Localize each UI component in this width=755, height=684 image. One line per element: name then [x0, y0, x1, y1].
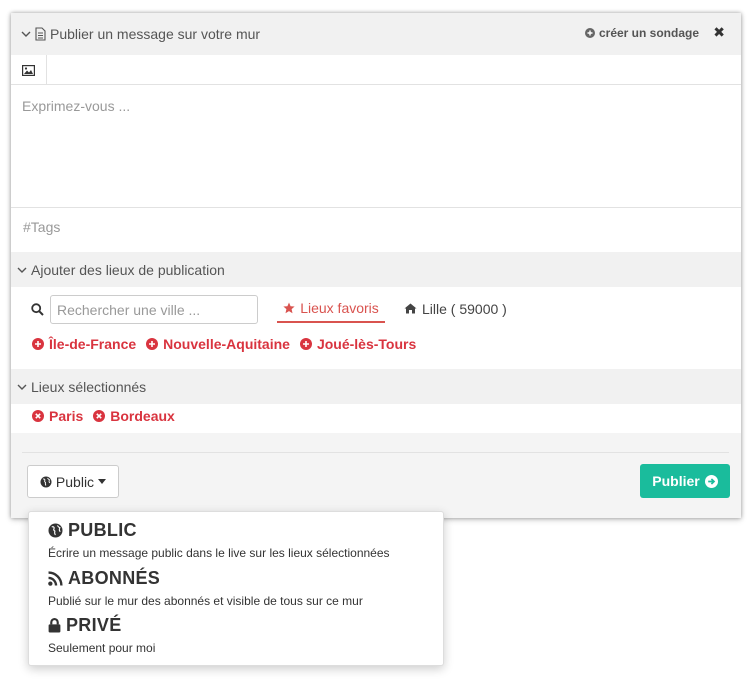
footer-divider	[22, 452, 729, 453]
star-icon	[283, 302, 295, 314]
visibility-option-public[interactable]: PUBLIC Écrire un message public dans le …	[48, 520, 390, 560]
add-place-chip[interactable]: Joué-lès-Tours	[299, 336, 417, 352]
selected-places-title: Lieux sélectionnés	[31, 378, 147, 395]
visibility-option-desc: Publié sur le mur des abonnés et visible…	[48, 594, 363, 608]
close-icon[interactable]: ✖	[713, 24, 725, 41]
add-place-label: Île-de-France	[49, 336, 137, 352]
visibility-dropdown-button[interactable]: Public	[27, 465, 119, 498]
add-place-chip[interactable]: Nouvelle-Aquitaine	[146, 336, 290, 352]
selected-place-label: Bordeaux	[110, 408, 175, 424]
composer-header: Publier un message sur votre mur créer u…	[11, 13, 741, 55]
plus-circle-icon	[299, 338, 312, 350]
composer-footer	[11, 433, 741, 518]
globe-icon	[40, 476, 52, 488]
visibility-option-subscribers[interactable]: ABONNÉS Publié sur le mur des abonnés et…	[48, 568, 363, 608]
lock-icon	[48, 618, 61, 633]
post-composer: Publier un message sur votre mur créer u…	[11, 13, 741, 518]
selected-place-label: Paris	[49, 408, 84, 424]
publish-button-label: Publier	[652, 473, 700, 489]
add-place-label: Nouvelle-Aquitaine	[163, 336, 290, 352]
editor-toolbar	[11, 55, 741, 85]
visibility-option-desc: Seulement pour moi	[48, 641, 156, 655]
composer-title[interactable]: Publier un message sur votre mur	[21, 26, 260, 42]
create-poll-link[interactable]: créer un sondage	[584, 26, 699, 40]
remove-circle-icon[interactable]	[93, 410, 106, 422]
suggested-places: Île-de-France Nouvelle-Aquitaine Joué-lè…	[32, 336, 416, 352]
add-places-section-header[interactable]: Ajouter des lieux de publication	[11, 252, 741, 287]
plus-circle-icon	[146, 338, 159, 350]
message-placeholder: Exprimez-vous ...	[22, 98, 131, 114]
selected-places-section-header[interactable]: Lieux sélectionnés	[11, 369, 741, 404]
visibility-option-title: PUBLIC	[48, 520, 390, 541]
file-icon	[35, 27, 46, 41]
arrow-circle-right-icon	[704, 474, 718, 488]
message-textarea[interactable]: Exprimez-vous ...	[11, 85, 741, 207]
city-search	[31, 295, 258, 324]
visibility-option-title-text: ABONNÉS	[68, 568, 161, 588]
visibility-dropdown-label: Public	[55, 473, 95, 490]
selected-place-chip[interactable]: Bordeaux	[93, 408, 175, 424]
tags-placeholder: #Tags	[23, 219, 61, 235]
plus-circle-icon	[584, 28, 595, 38]
add-place-label: Joué-lès-Tours	[316, 336, 417, 352]
tab-home-city[interactable]: Lille ( 59000 )	[404, 294, 507, 323]
rss-icon	[48, 571, 63, 586]
add-place-chip[interactable]: Île-de-France	[32, 336, 136, 352]
selected-places: Paris Bordeaux	[32, 408, 175, 424]
tab-home-city-label: Lille ( 59000 )	[422, 300, 507, 317]
globe-icon	[48, 523, 63, 538]
city-search-input[interactable]	[50, 295, 258, 324]
publish-button[interactable]: Publier	[640, 464, 730, 498]
image-icon	[22, 64, 35, 76]
plus-circle-icon	[32, 338, 44, 350]
add-places-title: Ajouter des lieux de publication	[31, 261, 225, 278]
chevron-down-icon	[17, 382, 27, 392]
selected-place-chip[interactable]: Paris	[32, 408, 83, 424]
search-icon	[31, 303, 44, 316]
visibility-option-title: PRIVÉ	[48, 615, 155, 636]
visibility-option-desc: Écrire un message public dans le live su…	[48, 546, 390, 560]
visibility-menu: PUBLIC Écrire un message public dans le …	[28, 511, 444, 666]
tab-favorite-places-label: Lieux favoris	[300, 299, 379, 316]
composer-title-label: Publier un message sur votre mur	[50, 26, 261, 42]
caret-down-icon	[98, 479, 107, 484]
visibility-option-private[interactable]: PRIVÉ Seulement pour moi	[48, 615, 155, 655]
tab-favorite-places[interactable]: Lieux favoris	[277, 294, 385, 323]
visibility-option-title: ABONNÉS	[48, 568, 363, 589]
remove-circle-icon[interactable]	[32, 410, 44, 422]
tags-input[interactable]: #Tags	[11, 207, 741, 245]
home-icon	[404, 303, 417, 314]
create-poll-label: créer un sondage	[598, 26, 699, 40]
insert-image-button[interactable]	[11, 55, 47, 85]
chevron-down-icon	[21, 29, 31, 39]
visibility-option-title-text: PRIVÉ	[66, 615, 122, 635]
chevron-down-icon	[17, 265, 27, 275]
visibility-option-title-text: PUBLIC	[68, 520, 137, 540]
